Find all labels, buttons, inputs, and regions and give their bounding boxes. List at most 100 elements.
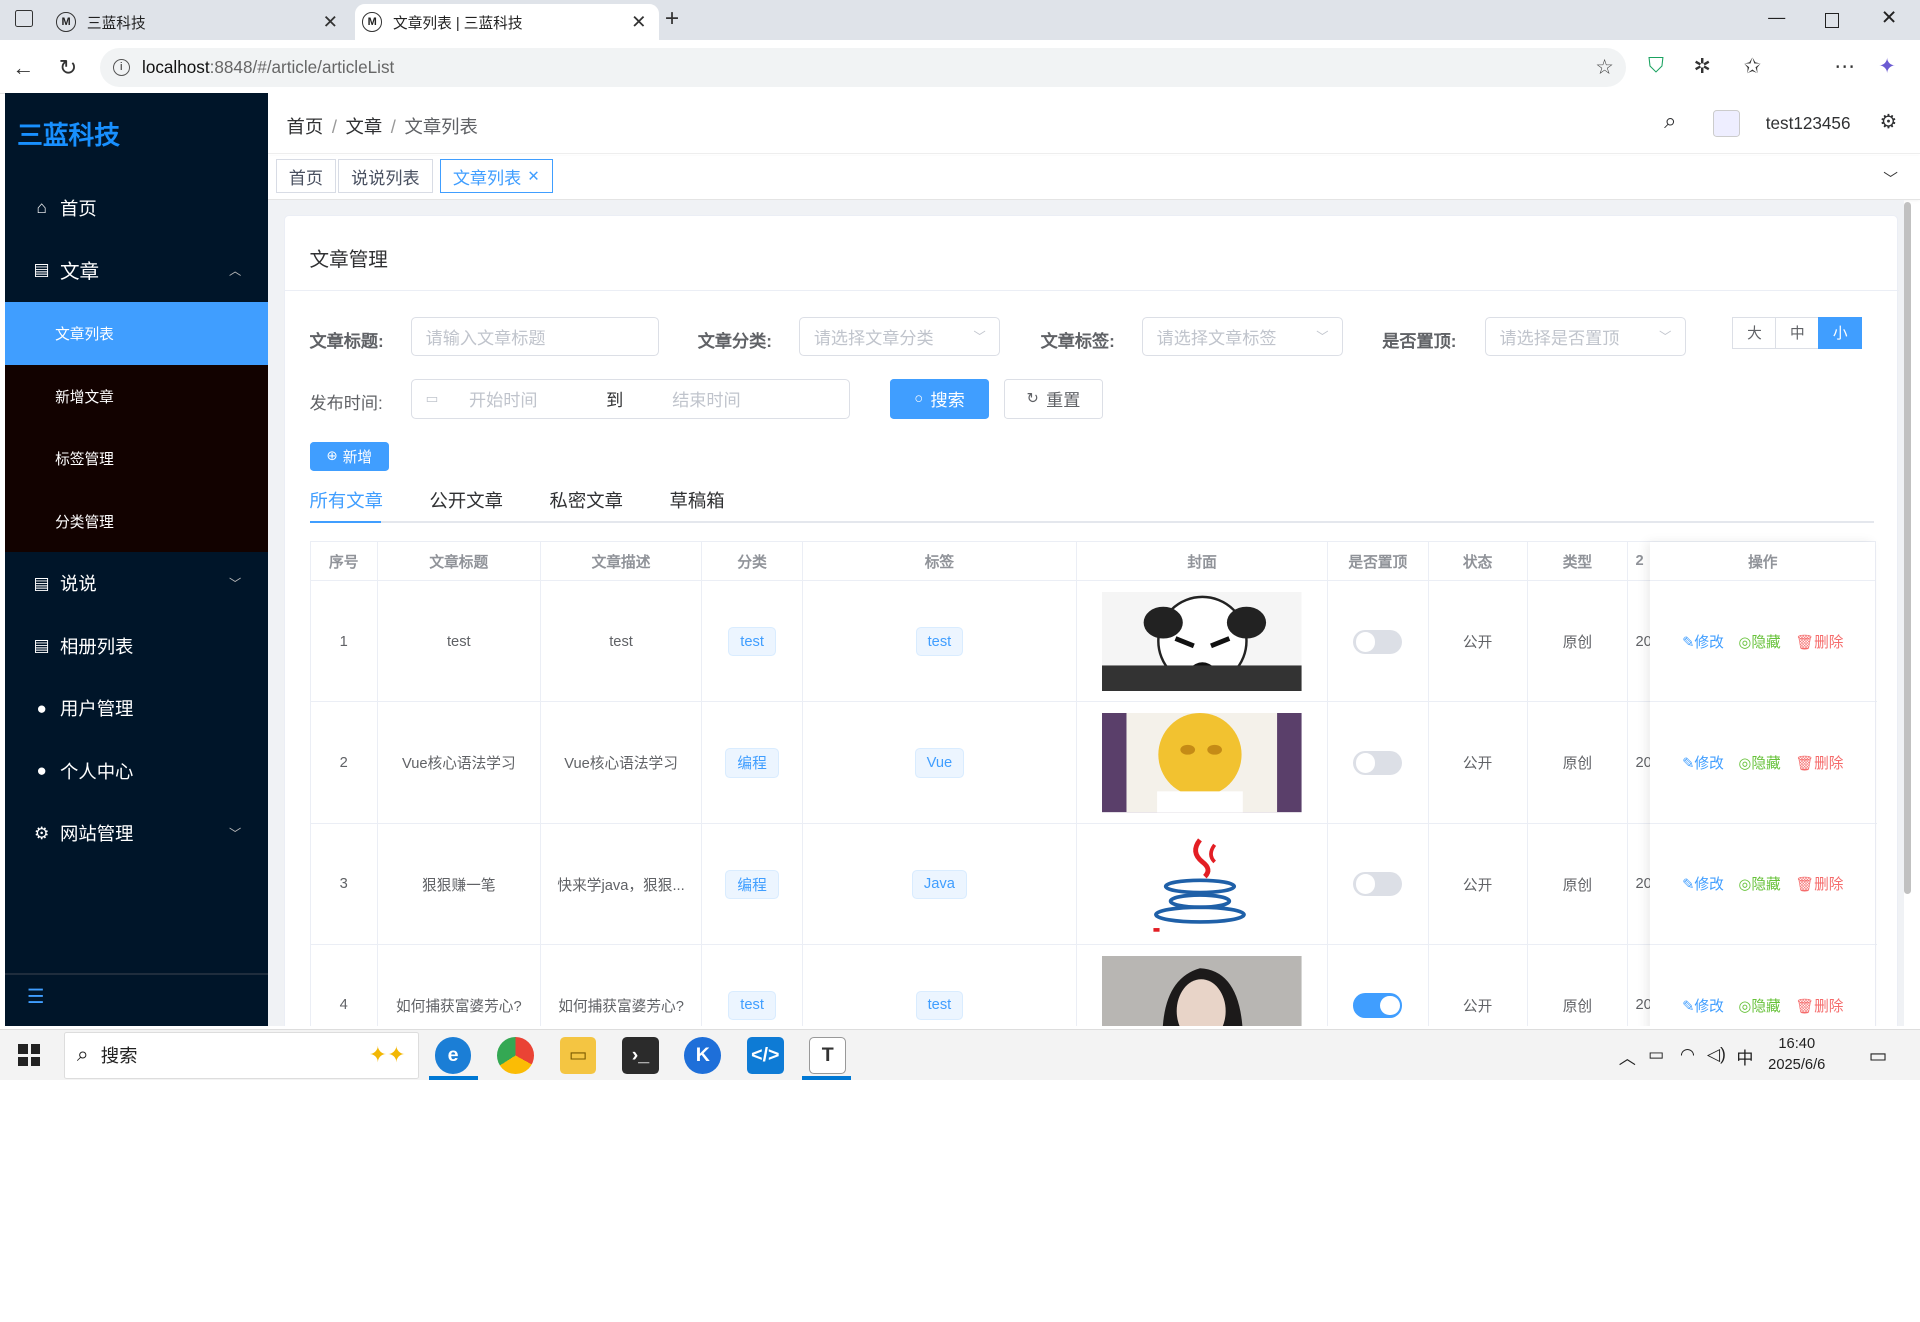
sidebar-item-talk[interactable]: ▤ 说说 ﹀ (5, 552, 268, 614)
hide-button[interactable]: ◎隐藏 (1739, 752, 1781, 773)
kugou-icon[interactable]: K (684, 1036, 722, 1074)
battery-icon[interactable]: ▭ (1648, 1044, 1664, 1065)
tab-actions-icon[interactable] (14, 9, 34, 27)
category-tag: test (728, 990, 776, 1021)
edit-button[interactable]: ✎修改 (1682, 631, 1724, 652)
tag-view-home[interactable]: 首页 (275, 159, 337, 194)
close-window-icon[interactable]: ✕ (1881, 6, 1897, 30)
user-icon: ● (36, 760, 47, 781)
sidebar-sub-tag-manage[interactable]: 标签管理 (4, 427, 269, 490)
top-switch[interactable] (1353, 629, 1403, 654)
tab-public-articles[interactable]: 公开文章 (430, 487, 503, 513)
chevron-down-icon[interactable]: ﹀ (1883, 168, 1898, 189)
category-filter-select[interactable]: 请选择文章分类 ﹀ (799, 316, 1001, 357)
site-info-icon[interactable]: i (112, 58, 130, 76)
close-tab-icon[interactable]: ✕ (323, 11, 338, 33)
terminal-icon[interactable]: ›_ (622, 1036, 659, 1074)
top-switch[interactable] (1353, 871, 1403, 897)
chrome-icon[interactable] (497, 1036, 534, 1074)
refresh-icon[interactable]: ↻ (59, 55, 77, 81)
extensions-icon[interactable]: ✲ (1693, 54, 1710, 79)
size-medium-button[interactable]: 中 (1775, 316, 1820, 349)
more-icon[interactable]: ⋯ (1834, 54, 1855, 79)
hide-label: 隐藏 (1751, 634, 1781, 651)
end-date-input[interactable]: 结束时间 (672, 386, 741, 411)
hide-button[interactable]: ◎隐藏 (1739, 631, 1781, 652)
button-label: 新增 (342, 449, 373, 466)
browser-tab-2[interactable]: M 文章列表 | 三蓝科技 ✕ (355, 3, 659, 41)
new-tab-icon[interactable]: + (665, 5, 679, 33)
ime-indicator[interactable]: 中 (1736, 1044, 1753, 1069)
tag-view-article-list[interactable]: 文章列表 ✕ (439, 159, 553, 194)
date-range-picker[interactable]: ▭ 开始时间 到 结束时间 (411, 379, 850, 419)
typora-icon[interactable]: T (809, 1036, 847, 1074)
sidebar-item-album[interactable]: ▤ 相册列表 (5, 615, 268, 677)
page-scrollbar[interactable] (1904, 202, 1912, 894)
vscode-icon[interactable]: </> (746, 1036, 784, 1074)
delete-button[interactable]: 🗑删除 (1795, 631, 1843, 652)
sidebar-sub-new-article[interactable]: 新增文章 (4, 364, 269, 428)
settings-gear-icon[interactable]: ⚙ (1880, 110, 1898, 134)
reset-button[interactable]: ↻ 重置 (1003, 379, 1104, 419)
maximize-icon[interactable] (1824, 13, 1840, 29)
minimize-icon[interactable]: — (1768, 7, 1785, 28)
cell-date: 20 (1628, 581, 1653, 703)
wifi-icon[interactable]: ◠ (1680, 1044, 1695, 1065)
search-button[interactable]: ○ 搜索 (889, 379, 990, 419)
title-filter-input[interactable]: 请输入文章标题 (411, 316, 659, 357)
delete-button[interactable]: 🗑删除 (1795, 995, 1843, 1016)
chevron-up-icon[interactable]: ︿ (1619, 1044, 1636, 1069)
add-article-button[interactable]: ⊕ 新增 (309, 441, 390, 472)
edge-browser-icon[interactable]: e (434, 1036, 472, 1074)
username[interactable]: test123456 (1766, 113, 1851, 134)
shield-icon[interactable]: ⛉ (1648, 54, 1664, 78)
sidebar-sub-category-manage[interactable]: 分类管理 (4, 489, 269, 553)
hide-button[interactable]: ◎隐藏 (1739, 873, 1781, 894)
tab-drafts[interactable]: 草稿箱 (670, 487, 725, 513)
copilot-icon[interactable]: ✦ (1878, 54, 1895, 79)
start-date-input[interactable]: 开始时间 (469, 386, 591, 411)
browser-tab-1[interactable]: M 三蓝科技 ✕ (56, 4, 350, 41)
delete-button[interactable]: 🗑删除 (1795, 752, 1843, 773)
sidebar-item-article[interactable]: ▤ 文章 ︿ (5, 239, 268, 301)
tab-all-articles[interactable]: 所有文章 (310, 487, 383, 513)
back-icon[interactable]: ← (12, 55, 34, 81)
breadcrumb-item[interactable]: 文章 (345, 116, 382, 137)
top-switch[interactable] (1353, 750, 1403, 776)
top-filter-select[interactable]: 请选择是否置顶 ﹀ (1485, 316, 1686, 357)
sidebar-item-users[interactable]: ● 用户管理 (5, 677, 268, 739)
tag-filter-select[interactable]: 请选择文章标签 ﹀ (1142, 316, 1344, 357)
sidebar-item-profile[interactable]: ● 个人中心 (5, 740, 268, 802)
breadcrumb-item[interactable]: 首页 (287, 116, 324, 137)
url-field[interactable]: i localhost:8848/#/article/articleList ☆ (100, 47, 1627, 87)
notification-icon[interactable]: ▭ (1869, 1044, 1888, 1068)
top-switch[interactable] (1353, 993, 1403, 1018)
delete-button[interactable]: 🗑删除 (1795, 873, 1843, 894)
windows-start-icon[interactable] (18, 1044, 41, 1067)
close-tab-icon[interactable]: ✕ (631, 11, 646, 33)
collapse-sidebar-icon[interactable]: ☰ (27, 985, 45, 1009)
cell-tags: test (803, 944, 1078, 1027)
favorites-icon[interactable]: ✩ (1744, 54, 1761, 79)
search-icon[interactable]: ⌕ (1664, 108, 1676, 134)
tag-view-talk-list[interactable]: 说说列表 (337, 159, 433, 194)
close-icon[interactable]: ✕ (527, 168, 539, 185)
sidebar-sub-article-list[interactable]: 文章列表 (4, 302, 269, 365)
edit-button[interactable]: ✎修改 (1682, 873, 1724, 894)
sidebar-item-home[interactable]: ⌂ 首页 (5, 176, 268, 238)
category-tag: 编程 (725, 869, 779, 899)
file-explorer-icon[interactable]: ▭ (559, 1036, 597, 1074)
avatar[interactable] (1713, 110, 1740, 138)
volume-icon[interactable]: ◁) (1707, 1044, 1726, 1065)
hide-button[interactable]: ◎隐藏 (1739, 995, 1781, 1016)
sidebar-item-site[interactable]: ⚙ 网站管理 ﹀ (5, 802, 268, 864)
edit-button[interactable]: ✎修改 (1682, 752, 1724, 773)
size-small-button[interactable]: 小 (1818, 316, 1863, 349)
favorite-star-icon[interactable]: ☆ (1595, 55, 1614, 80)
taskbar-search[interactable]: ⌕ 搜索 ✦✦ (63, 1032, 419, 1079)
tab-private-articles[interactable]: 私密文章 (550, 487, 623, 513)
edit-button[interactable]: ✎修改 (1682, 995, 1724, 1016)
hide-label: 隐藏 (1751, 755, 1781, 772)
taskbar-clock[interactable]: 16:40 2025/6/6 (1768, 1034, 1825, 1076)
size-large-button[interactable]: 大 (1732, 316, 1777, 349)
